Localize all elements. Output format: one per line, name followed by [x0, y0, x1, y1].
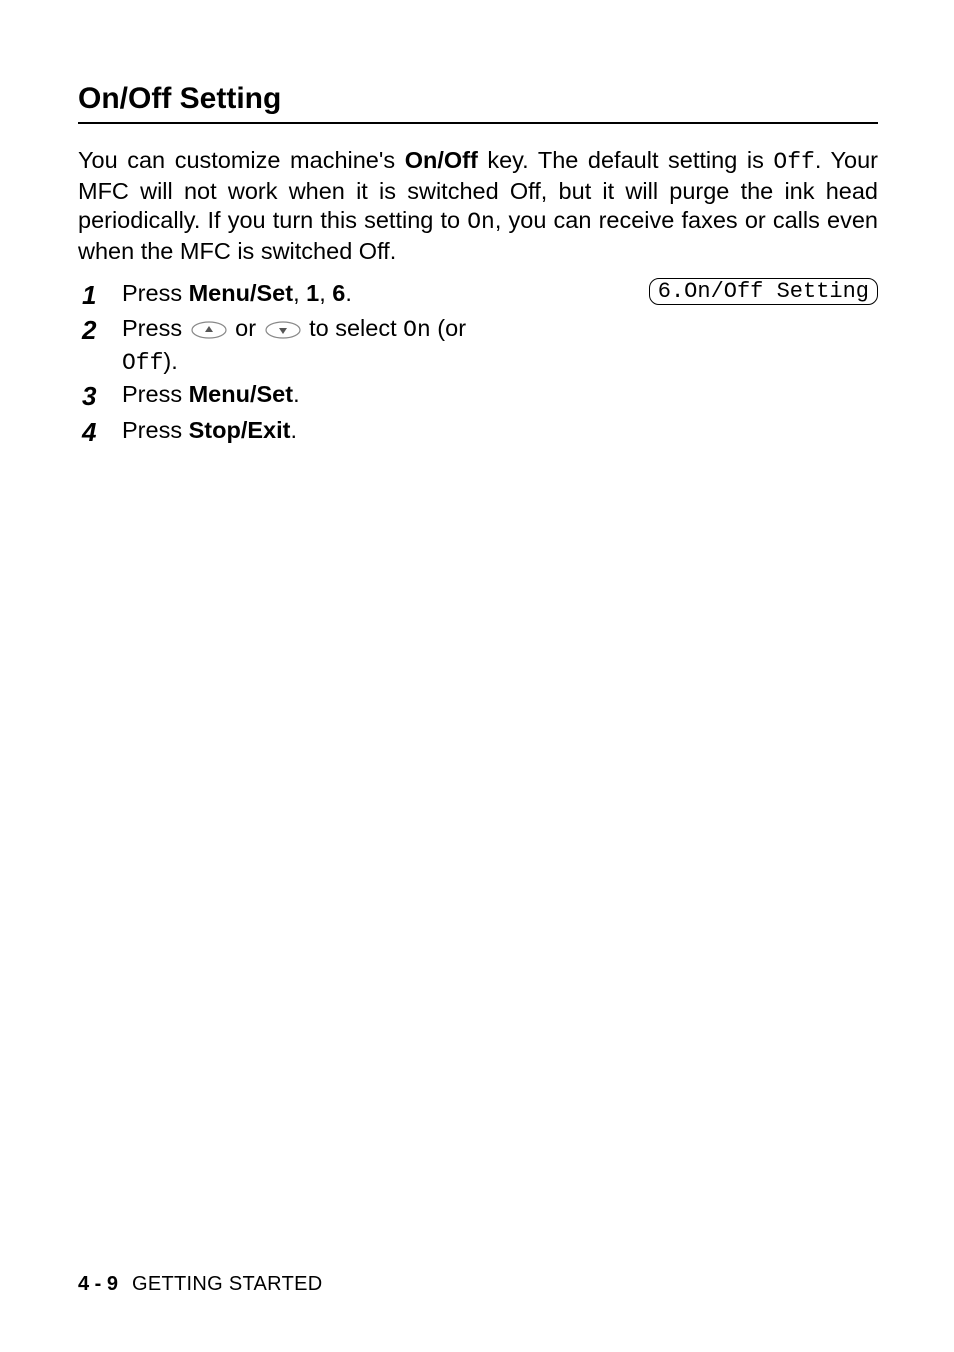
step-number: 2 [78, 313, 122, 348]
section-name: GETTING STARTED [132, 1273, 322, 1295]
step-body: Press or to select On (or Off). [122, 313, 522, 379]
step-number: 4 [78, 415, 122, 450]
step-mono-on: On [403, 317, 431, 343]
up-arrow-icon [191, 321, 227, 339]
step-text: or [229, 315, 263, 341]
step-text: to select [303, 315, 404, 341]
intro-mono-off: Off [773, 149, 814, 175]
step-mono-off: Off [122, 350, 163, 376]
step-2: 2 Press or to select On (or Off). [78, 313, 878, 379]
step-text: . [345, 280, 352, 306]
intro-mono-on: On [467, 209, 495, 235]
step-key-menuset: Menu/Set [189, 280, 293, 306]
page-footer: 4 - 9 GETTING STARTED [78, 1273, 322, 1296]
step-text: (or [431, 315, 466, 341]
step-4: 4 Press Stop/Exit. [78, 415, 878, 450]
intro-text: You can customize machine's [78, 147, 405, 173]
step-body: Press Menu/Set, 1, 6. [122, 278, 522, 310]
section-heading: On/Off Setting [78, 82, 878, 124]
step-text: . [293, 381, 300, 407]
steps-list: 6.On/Off Setting 1 Press Menu/Set, 1, 6.… [78, 278, 878, 449]
intro-bold-onoff: On/Off [405, 147, 478, 173]
lcd-display: 6.On/Off Setting [649, 278, 878, 305]
step-number: 3 [78, 379, 122, 414]
step-text: ). [163, 348, 177, 374]
step-text: Press [122, 280, 189, 306]
step-key-6: 6 [332, 280, 345, 306]
step-number: 1 [78, 278, 122, 313]
step-text: Press [122, 315, 189, 341]
step-text: Press [122, 381, 189, 407]
step-key-stopexit: Stop/Exit [189, 417, 291, 443]
step-body: Press Menu/Set. [122, 379, 522, 411]
step-key-1: 1 [306, 280, 319, 306]
step-text: , [319, 280, 332, 306]
step-text: , [293, 280, 306, 306]
intro-paragraph: You can customize machine's On/Off key. … [78, 146, 878, 266]
step-text: Press [122, 417, 189, 443]
step-key-menuset: Menu/Set [189, 381, 293, 407]
page-number: 4 - 9 [78, 1273, 118, 1295]
step-body: Press Stop/Exit. [122, 415, 522, 447]
down-arrow-icon [265, 321, 301, 339]
step-text: . [290, 417, 297, 443]
intro-text: key. The default setting is [478, 147, 774, 173]
step-3: 3 Press Menu/Set. [78, 379, 878, 414]
